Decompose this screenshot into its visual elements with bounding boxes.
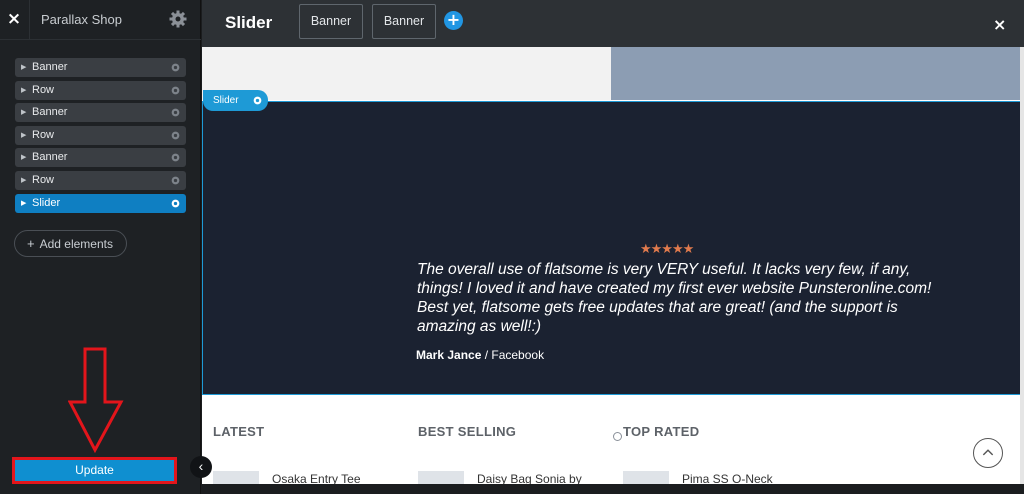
element-tree: ▶ Banner ▶ Row ▶ Banner ▶ Row ▶ Banner ▶… <box>15 58 186 216</box>
gear-icon[interactable] <box>170 107 181 118</box>
product-thumbnail[interactable] <box>623 471 669 484</box>
canvas-scrollbar[interactable] <box>1020 47 1024 484</box>
slider-tag-label: Slider <box>213 95 239 106</box>
gear-icon[interactable] <box>170 152 181 163</box>
update-button[interactable]: Update <box>15 460 174 481</box>
slider-dot-active[interactable] <box>599 432 608 441</box>
tree-item-label: Banner <box>32 106 68 119</box>
close-icon[interactable]: × <box>993 15 1006 34</box>
caret-right-icon[interactable]: ▶ <box>21 194 26 213</box>
tree-item-slider[interactable]: ▶ Slider <box>15 193 186 213</box>
tab-banner[interactable]: Banner <box>299 4 363 39</box>
tree-item-label: Slider <box>32 196 61 209</box>
add-tab-button[interactable]: + <box>444 11 463 30</box>
slider-tag[interactable]: Slider <box>203 90 268 111</box>
product-name[interactable]: Pima SS O-Neck <box>682 472 773 484</box>
testimonial-author: Mark Jance / Facebook <box>416 348 544 362</box>
gear-icon[interactable] <box>170 130 181 141</box>
tree-item-banner[interactable]: ▶ Banner <box>15 148 186 168</box>
bottom-strip <box>202 484 1024 494</box>
slider-dot[interactable] <box>613 432 622 441</box>
collapse-sidebar-icon[interactable]: ‹ <box>190 456 212 478</box>
tree-item-banner[interactable]: ▶ Banner <box>15 103 186 123</box>
site-title: Parallax Shop <box>41 12 122 27</box>
column-heading: TOP RATED <box>623 424 700 439</box>
page-title: Slider <box>225 13 273 32</box>
caret-right-icon[interactable]: ▶ <box>21 171 26 190</box>
tree-item-label: Row <box>32 83 55 96</box>
editor-topbar: Slider Banner Banner + × <box>202 0 1024 47</box>
author-source: / Facebook <box>481 348 545 362</box>
preview-canvas: Slider ★★★★★ The overall use of flatsome… <box>202 47 1022 484</box>
caret-right-icon[interactable]: ▶ <box>21 58 26 77</box>
tree-item-row[interactable]: ▶ Row <box>15 125 186 145</box>
close-icon[interactable]: × <box>6 9 22 29</box>
product-name[interactable]: Osaka Entry Tee <box>272 472 361 484</box>
tree-item-label: Row <box>32 173 55 186</box>
sidebar-header: × Parallax Shop <box>0 0 201 40</box>
column-heading: BEST SELLING <box>418 424 517 439</box>
page-builder: × Parallax Shop ▶ Banner ▶ Row ▶ Banner … <box>0 0 1024 494</box>
tab-banner[interactable]: Banner <box>372 4 436 39</box>
author-name: Mark Jance <box>416 348 482 362</box>
add-elements-button[interactable]: + Add elements <box>14 230 127 257</box>
gear-icon[interactable] <box>170 175 181 186</box>
caret-right-icon[interactable]: ▶ <box>21 126 26 145</box>
tree-item-label: Banner <box>32 151 68 164</box>
gear-icon[interactable] <box>252 95 263 106</box>
gear-icon[interactable] <box>170 85 181 96</box>
product-thumbnail[interactable] <box>418 471 464 484</box>
caret-right-icon[interactable]: ▶ <box>21 81 26 100</box>
gear-icon[interactable] <box>168 9 188 29</box>
tree-item-banner[interactable]: ▶ Banner <box>15 58 186 77</box>
tree-item-row[interactable]: ▶ Row <box>15 170 186 190</box>
rating-stars-icon: ★★★★★ <box>640 242 694 257</box>
gear-icon[interactable] <box>170 62 181 73</box>
tree-item-label: Row <box>32 128 55 141</box>
scroll-to-top-icon[interactable] <box>973 438 1003 468</box>
add-elements-label: Add elements <box>39 237 113 251</box>
tree-item-label: Banner <box>32 61 68 73</box>
testimonial-quote: The overall use of flatsome is very VERY… <box>417 261 932 335</box>
plus-icon: + <box>27 236 35 251</box>
column-heading: LATEST <box>213 424 265 439</box>
update-highlight: Update <box>12 457 177 484</box>
caret-right-icon[interactable]: ▶ <box>21 103 26 122</box>
gear-icon[interactable] <box>170 198 181 209</box>
product-name[interactable]: Daisy Bag Sonia by <box>477 472 582 484</box>
sidebar: × Parallax Shop ▶ Banner ▶ Row ▶ Banner … <box>0 0 201 494</box>
tree-item-row[interactable]: ▶ Row <box>15 80 186 100</box>
down-arrow-annotation-icon <box>68 347 124 453</box>
testimonial-slider[interactable]: ★★★★★ The overall use of flatsome is ver… <box>202 101 1021 441</box>
product-thumbnail[interactable] <box>213 471 259 484</box>
header-divider <box>29 0 30 40</box>
banner-image[interactable] <box>611 47 1022 100</box>
caret-right-icon[interactable]: ▶ <box>21 148 26 167</box>
